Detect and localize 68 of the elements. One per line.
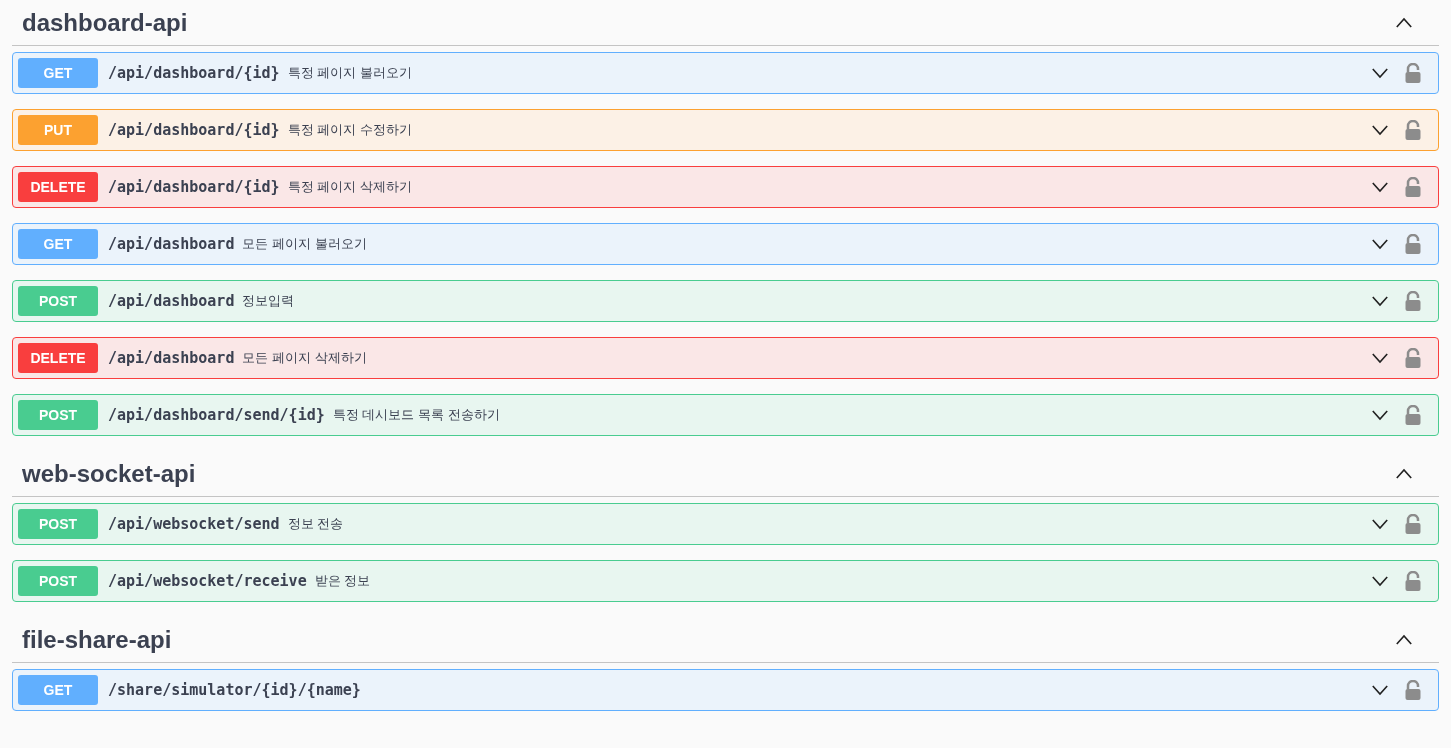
method-badge: GET [18,229,98,259]
endpoint-path: /api/dashboard [108,347,235,369]
endpoint-path: /api/dashboard/send/{id} [108,404,325,426]
method-badge: GET [18,58,98,88]
operation-row[interactable]: PUT /api/dashboard/{id} 특정 페이지 수정하기 [12,109,1439,151]
chevron-down-icon[interactable] [1371,409,1389,421]
operation-row[interactable]: POST /api/dashboard/send/{id} 특정 데시보드 목록 전송하기 [12,394,1439,436]
endpoint-summary: 특정 페이지 수정하기 [287,121,412,140]
unlocked-padlock-icon[interactable] [1405,234,1421,254]
endpoint-path: /api/dashboard [108,290,235,312]
method-badge: GET [18,675,98,705]
unlocked-padlock-icon[interactable] [1405,63,1421,83]
endpoint-summary: 받은 정보 [314,572,371,591]
section-title: web-socket-api [22,458,196,489]
endpoint-path: /api/dashboard/{id} [108,119,280,141]
endpoint-path: /share/simulator/{id}/{name} [108,679,361,701]
operation-row[interactable]: POST /api/websocket/send 정보 전송 [12,503,1439,545]
method-badge: POST [18,286,98,316]
section-header[interactable]: file-share-api [12,617,1439,663]
operation-row[interactable]: GET /api/dashboard/{id} 특정 페이지 불러오기 [12,52,1439,94]
unlocked-padlock-icon[interactable] [1405,348,1421,368]
method-badge: DELETE [18,343,98,373]
unlocked-padlock-icon[interactable] [1405,514,1421,534]
chevron-up-icon[interactable] [1395,634,1413,645]
chevron-down-icon[interactable] [1371,67,1389,79]
endpoint-summary: 정보입력 [242,292,295,311]
operation-row[interactable]: DELETE /api/dashboard/{id} 특정 페이지 삭제하기 [12,166,1439,208]
unlocked-padlock-icon[interactable] [1405,120,1421,140]
method-badge: POST [18,566,98,596]
endpoint-summary: 모든 페이지 불러오기 [242,235,367,254]
operation-row[interactable]: GET /share/simulator/{id}/{name} [12,669,1439,711]
method-badge: POST [18,509,98,539]
chevron-down-icon[interactable] [1371,124,1389,136]
chevron-down-icon[interactable] [1371,238,1389,250]
chevron-down-icon[interactable] [1371,575,1389,587]
chevron-down-icon[interactable] [1371,684,1389,696]
endpoint-path: /api/websocket/receive [108,570,307,592]
endpoint-path: /api/dashboard/{id} [108,176,280,198]
chevron-down-icon[interactable] [1371,518,1389,530]
endpoint-summary: 특정 페이지 삭제하기 [287,178,412,197]
chevron-down-icon[interactable] [1371,181,1389,193]
endpoint-path: /api/websocket/send [108,513,280,535]
operation-row[interactable]: DELETE /api/dashboard 모든 페이지 삭제하기 [12,337,1439,379]
operation-row[interactable]: POST /api/dashboard 정보입력 [12,280,1439,322]
chevron-down-icon[interactable] [1371,295,1389,307]
operation-row[interactable]: POST /api/websocket/receive 받은 정보 [12,560,1439,602]
section-header[interactable]: web-socket-api [12,451,1439,497]
operation-row[interactable]: GET /api/dashboard 모든 페이지 불러오기 [12,223,1439,265]
endpoint-path: /api/dashboard [108,233,235,255]
chevron-down-icon[interactable] [1371,352,1389,364]
endpoint-summary: 특정 데시보드 목록 전송하기 [332,406,500,425]
method-badge: POST [18,400,98,430]
method-badge: DELETE [18,172,98,202]
endpoint-summary: 정보 전송 [287,515,344,534]
section-title: file-share-api [22,624,172,655]
unlocked-padlock-icon[interactable] [1405,680,1421,700]
unlocked-padlock-icon[interactable] [1405,405,1421,425]
unlocked-padlock-icon[interactable] [1405,177,1421,197]
chevron-up-icon[interactable] [1395,468,1413,479]
method-badge: PUT [18,115,98,145]
endpoint-path: /api/dashboard/{id} [108,62,280,84]
section-header[interactable]: dashboard-api [12,0,1439,46]
section-title: dashboard-api [22,7,188,38]
chevron-up-icon[interactable] [1395,17,1413,28]
endpoint-summary: 모든 페이지 삭제하기 [242,349,367,368]
endpoint-summary: 특정 페이지 불러오기 [287,64,412,83]
unlocked-padlock-icon[interactable] [1405,291,1421,311]
unlocked-padlock-icon[interactable] [1405,571,1421,591]
